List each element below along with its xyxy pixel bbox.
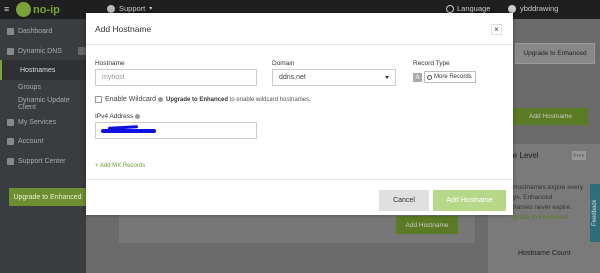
menu-icon[interactable]: ≡ bbox=[4, 4, 13, 15]
hostname-count-label: Hostname Count bbox=[518, 250, 571, 257]
sidebar-item-support-center[interactable]: Support Center bbox=[0, 151, 86, 171]
sidebar-item-label: Dashboard bbox=[18, 27, 53, 35]
sidebar: Dashboard Dynamic DNS Hostnames Groups D… bbox=[0, 19, 86, 273]
upgrade-button[interactable]: Upgrade to Enhanced bbox=[515, 43, 595, 64]
domain-value: ddns.net bbox=[279, 74, 306, 81]
logo-mark-icon bbox=[16, 2, 31, 17]
info-icon bbox=[157, 97, 163, 102]
ipv4-label-row: IPv4 Address bbox=[95, 113, 141, 120]
sidebar-item-label: Account bbox=[18, 137, 44, 145]
redaction-scribble bbox=[101, 129, 156, 133]
wildcard-checkbox[interactable] bbox=[95, 96, 102, 103]
account-icon bbox=[7, 137, 14, 145]
service-level-text: Hostnames expire every ys. Enhanced hame… bbox=[513, 183, 595, 223]
add-hostname-button[interactable]: Add Hostname bbox=[513, 108, 588, 125]
gear-icon bbox=[427, 74, 432, 80]
upgrade-link[interactable]: grade to Enhanced bbox=[513, 213, 595, 223]
sidebar-item-label: Support Center bbox=[18, 157, 66, 165]
dashboard-icon bbox=[7, 27, 14, 35]
domain-select[interactable]: ddns.net bbox=[272, 69, 396, 86]
support-label: Support bbox=[119, 4, 146, 13]
more-records-button[interactable]: More Records bbox=[424, 71, 476, 83]
language-label: Language bbox=[457, 4, 491, 13]
expire-text-line: hames never expire. bbox=[513, 204, 572, 211]
sidebar-item-label: Hostnames bbox=[20, 66, 56, 74]
sidebar-item-dynamic-dns[interactable]: Dynamic DNS bbox=[0, 41, 86, 61]
services-icon bbox=[7, 118, 14, 126]
sidebar-item-account[interactable]: Account bbox=[0, 131, 86, 151]
sidebar-item-label: My Services bbox=[18, 118, 57, 126]
add-hostname-submit-button[interactable]: Add Hostname bbox=[433, 190, 506, 211]
sidebar-item-dynamic-update-client[interactable]: Dynamic Update Client bbox=[0, 94, 86, 114]
domain-label: Domain bbox=[272, 60, 295, 67]
cancel-button[interactable]: Cancel bbox=[379, 190, 429, 211]
support-center-icon bbox=[7, 157, 14, 165]
dns-icon bbox=[7, 47, 14, 55]
more-records-label: More Records bbox=[434, 74, 472, 80]
sidebar-item-label: Dynamic DNS bbox=[18, 47, 62, 55]
support-icon bbox=[107, 4, 115, 13]
info-icon bbox=[135, 114, 141, 119]
modal-header: Add Hostname × bbox=[86, 13, 513, 45]
wildcard-label-row: Enable Wildcard bbox=[105, 96, 163, 103]
sidebar-upgrade-button[interactable]: Upgrade to Enhanced bbox=[9, 188, 86, 206]
support-menu[interactable]: Support ▾ bbox=[107, 4, 152, 13]
upgrade-link[interactable]: Upgrade to Enhanced bbox=[166, 97, 228, 103]
count-badge bbox=[78, 47, 86, 55]
user-icon bbox=[508, 4, 516, 13]
expire-text-line: ys. Enhanced bbox=[513, 194, 553, 201]
add-mx-records-link[interactable]: + Add MX Records bbox=[95, 163, 145, 169]
add-hostname-modal: Add Hostname × Hostname Domain ddns.net … bbox=[86, 13, 513, 215]
record-type-label: Record Type bbox=[413, 60, 450, 67]
sidebar-item-dashboard[interactable]: Dashboard bbox=[0, 21, 86, 41]
user-menu[interactable]: ybddrawing bbox=[508, 4, 558, 13]
record-type-a[interactable]: A bbox=[413, 73, 422, 82]
sidebar-item-my-services[interactable]: My Services bbox=[0, 112, 86, 132]
upgrade-note-text: to enable wildcard hostnames. bbox=[228, 97, 311, 103]
wildcard-label: Enable Wildcard bbox=[105, 96, 156, 103]
modal-title: Add Hostname bbox=[95, 24, 152, 34]
free-badge: Free bbox=[572, 151, 586, 160]
username: ybddrawing bbox=[520, 4, 559, 13]
caret-down-icon bbox=[385, 76, 389, 79]
close-button[interactable]: × bbox=[491, 24, 502, 35]
add-hostname-button-secondary[interactable]: Add Hostname bbox=[396, 216, 458, 234]
logo[interactable]: no-ip bbox=[16, 2, 60, 17]
wildcard-upgrade-note: Upgrade to Enhanced to enable wildcard h… bbox=[166, 97, 311, 103]
expire-text-line: Hostnames expire every bbox=[513, 184, 584, 191]
language-menu[interactable]: Language bbox=[446, 4, 490, 13]
globe-icon bbox=[446, 4, 454, 13]
feedback-tab[interactable]: Feedback bbox=[590, 184, 600, 242]
logo-text: no-ip bbox=[33, 3, 60, 16]
chevron-down-icon: ▾ bbox=[149, 6, 153, 12]
sidebar-item-label: Groups bbox=[18, 83, 41, 91]
hostname-input[interactable] bbox=[95, 69, 257, 86]
sidebar-item-label: Dynamic Update Client bbox=[18, 97, 70, 111]
ipv4-label: IPv4 Address bbox=[95, 113, 134, 120]
hostname-label: Hostname bbox=[95, 60, 125, 67]
